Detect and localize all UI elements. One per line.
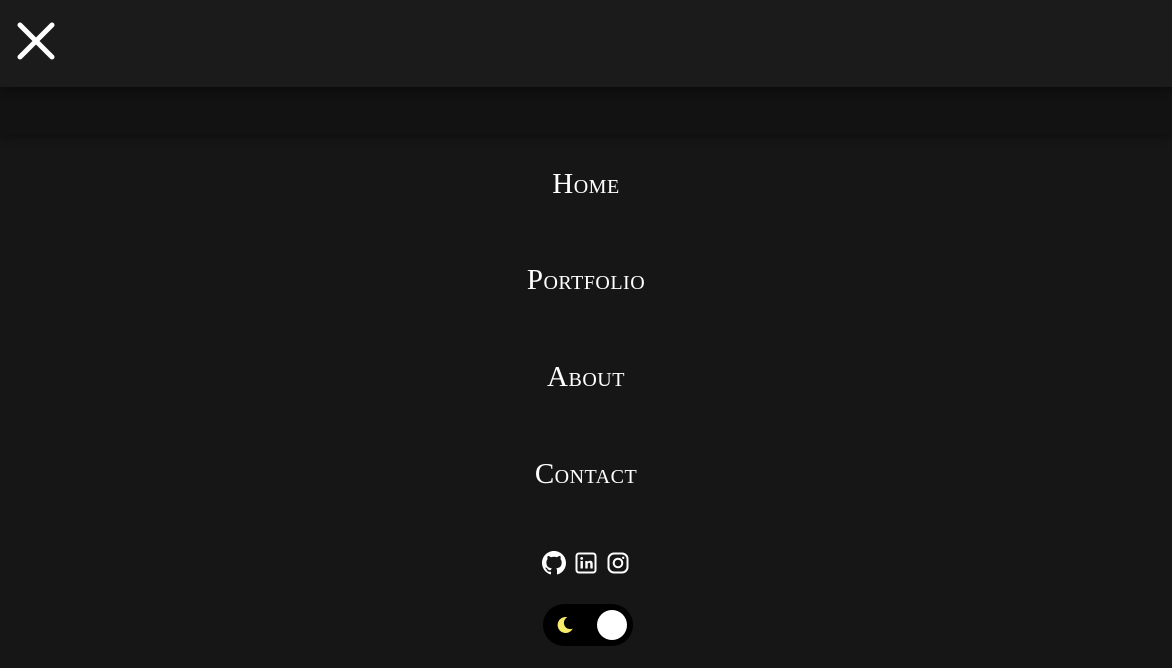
- nav-item-home[interactable]: Home: [0, 164, 1172, 204]
- github-link[interactable]: [542, 551, 566, 575]
- nav-item-portfolio[interactable]: Portfolio: [0, 260, 1172, 300]
- toggle-knob: [597, 610, 627, 640]
- nav-item-contact[interactable]: Contact: [0, 454, 1172, 494]
- top-bar: [0, 0, 1172, 87]
- social-links: [0, 551, 1172, 577]
- instagram-link[interactable]: [606, 551, 630, 575]
- close-icon: [17, 22, 55, 60]
- header-shadow-band: [0, 87, 1172, 135]
- nav-menu: Home Portfolio About Contact: [0, 135, 1172, 668]
- linkedin-link[interactable]: [574, 551, 598, 575]
- moon-icon: [557, 616, 573, 633]
- nav-item-about[interactable]: About: [0, 357, 1172, 397]
- theme-toggle[interactable]: [543, 604, 633, 646]
- close-menu-button[interactable]: [14, 19, 58, 63]
- instagram-icon: [607, 552, 629, 574]
- github-icon: [542, 551, 566, 575]
- linkedin-icon: [575, 552, 597, 574]
